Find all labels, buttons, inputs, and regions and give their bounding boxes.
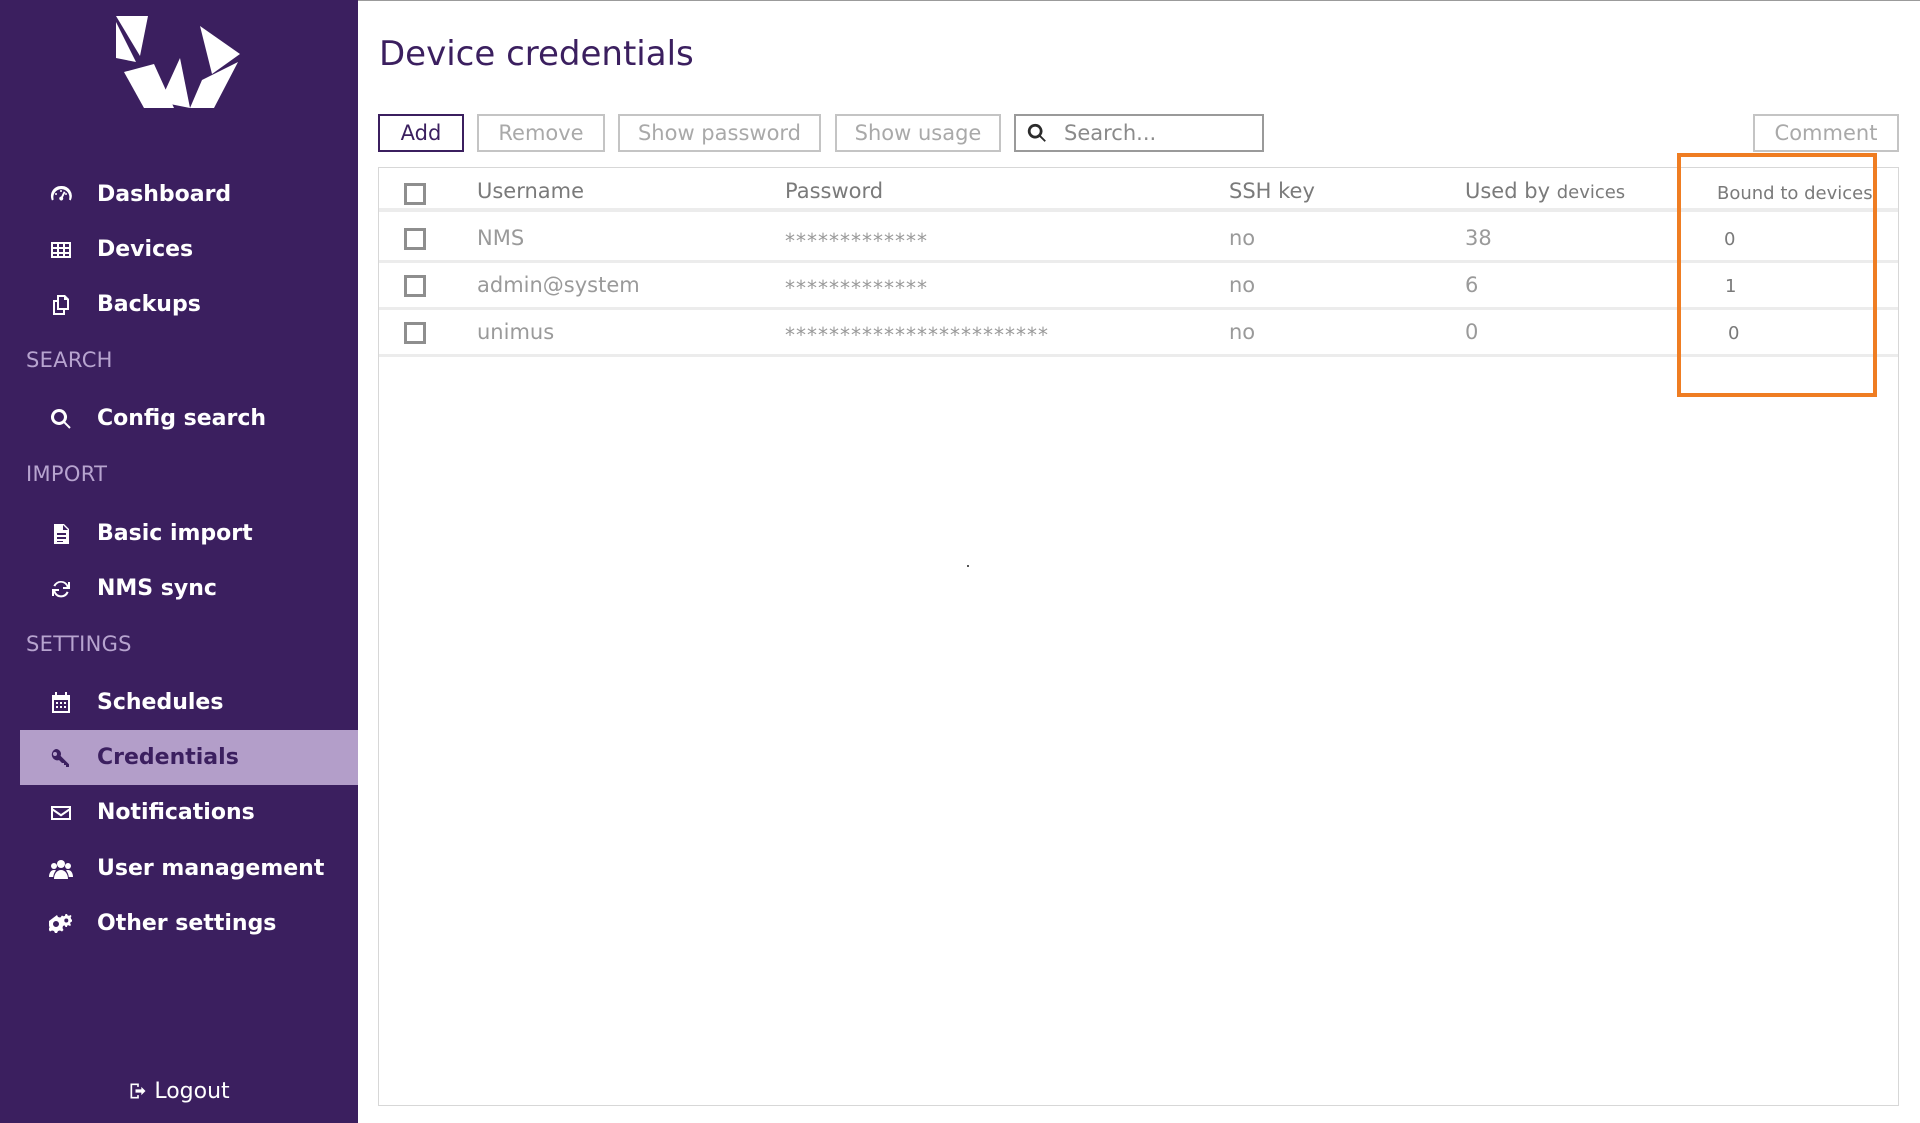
stray-dot <box>967 565 969 567</box>
row-checkbox[interactable] <box>404 228 426 250</box>
cell-ssh-key: no <box>1229 320 1256 344</box>
remove-button[interactable]: Remove <box>477 114 605 152</box>
cell-password: ************************ <box>785 323 1049 347</box>
sidebar-item-credentials[interactable]: Credentials <box>20 730 358 785</box>
cell-password: ************* <box>785 229 928 253</box>
cell-username: NMS <box>477 226 525 250</box>
row-checkbox[interactable] <box>404 322 426 344</box>
table-row[interactable]: admin@system ************* no 6 1 <box>379 263 1898 310</box>
sidebar-item-label: User management <box>97 856 325 881</box>
sidebar-item-nms-sync[interactable]: NMS sync <box>20 561 358 616</box>
cell-username: unimus <box>477 320 555 344</box>
table-header: Username Password SSH key Used by device… <box>379 168 1898 212</box>
column-header-password[interactable]: Password <box>785 179 883 203</box>
sidebar: Dashboard Devices Backups SEARCH Config … <box>0 0 358 1123</box>
table-row[interactable]: unimus ************************ no 0 0 <box>379 310 1898 357</box>
column-header-bound-to-devices[interactable]: Bound to devices <box>1717 183 1873 204</box>
sidebar-item-label: Basic import <box>97 521 253 546</box>
sidebar-item-other-settings[interactable]: Other settings <box>20 896 358 951</box>
backups-icon <box>48 292 74 318</box>
column-header-used-by-suffix: devices <box>1556 182 1626 203</box>
show-password-button[interactable]: Show password <box>618 114 821 152</box>
sidebar-item-label: Other settings <box>97 911 277 936</box>
gears-icon <box>48 911 74 937</box>
sidebar-item-label: Backups <box>97 292 201 317</box>
file-icon <box>48 521 74 547</box>
devices-icon <box>48 237 74 263</box>
sidebar-item-basic-import[interactable]: Basic import <box>20 506 358 561</box>
search-icon <box>1027 123 1046 142</box>
search-icon <box>48 406 74 432</box>
search-box <box>1014 114 1264 152</box>
add-button[interactable]: Add <box>378 114 464 152</box>
refresh-icon <box>48 576 74 602</box>
credentials-table: Username Password SSH key Used by device… <box>378 167 1899 1106</box>
section-label-settings: SETTINGS <box>26 632 132 656</box>
top-border <box>358 0 1920 1</box>
key-icon <box>48 745 74 771</box>
cell-password: ************* <box>785 276 928 300</box>
section-label-import: IMPORT <box>26 462 108 486</box>
envelope-icon <box>48 800 74 826</box>
logout-label: Logout <box>154 1078 230 1104</box>
search-input[interactable] <box>1064 121 1254 145</box>
column-header-used-by-label: Used by <box>1465 179 1550 203</box>
cell-used-by: 0 <box>1465 320 1479 344</box>
cell-ssh-key: no <box>1229 273 1256 297</box>
table-row[interactable]: NMS ************* no 38 0 <box>379 216 1898 263</box>
cell-used-by: 38 <box>1465 226 1492 250</box>
cell-username: admin@system <box>477 273 640 297</box>
sidebar-item-user-management[interactable]: User management <box>20 841 358 896</box>
logout-button[interactable]: Logout <box>0 1073 358 1109</box>
sidebar-item-config-search[interactable]: Config search <box>20 391 358 446</box>
sidebar-item-label: Notifications <box>97 800 255 825</box>
cell-ssh-key: no <box>1229 226 1256 250</box>
cell-bound-to: 1 <box>1725 276 1737 297</box>
dashboard-icon <box>48 182 74 208</box>
unimus-logo[interactable] <box>110 14 246 110</box>
select-all-checkbox[interactable] <box>404 183 426 205</box>
cell-bound-to: 0 <box>1728 323 1740 344</box>
sidebar-item-label: Devices <box>97 237 194 262</box>
sidebar-item-schedules[interactable]: Schedules <box>20 675 358 730</box>
comment-button[interactable]: Comment <box>1753 114 1899 152</box>
cell-used-by: 6 <box>1465 273 1479 297</box>
logout-icon <box>130 1083 146 1099</box>
sidebar-item-label: Dashboard <box>97 182 232 207</box>
column-header-ssh-key[interactable]: SSH key <box>1229 179 1315 203</box>
row-checkbox[interactable] <box>404 275 426 297</box>
cell-bound-to: 0 <box>1724 229 1736 250</box>
sidebar-item-dashboard[interactable]: Dashboard <box>20 167 358 222</box>
sidebar-item-label: Schedules <box>97 690 224 715</box>
page-title: Device credentials <box>379 34 694 74</box>
users-icon <box>48 856 74 882</box>
sidebar-item-label: Config search <box>97 406 267 431</box>
calendar-icon <box>48 690 74 716</box>
sidebar-item-label: NMS sync <box>97 576 217 601</box>
sidebar-item-devices[interactable]: Devices <box>20 222 358 277</box>
sidebar-item-notifications[interactable]: Notifications <box>20 785 358 840</box>
column-header-used-by[interactable]: Used by devices <box>1465 179 1625 203</box>
section-label-search: SEARCH <box>26 348 113 372</box>
show-usage-button[interactable]: Show usage <box>835 114 1001 152</box>
sidebar-item-backups[interactable]: Backups <box>20 277 358 332</box>
app-root: Dashboard Devices Backups SEARCH Config … <box>0 0 1920 1123</box>
sidebar-item-label: Credentials <box>97 745 239 770</box>
column-header-username[interactable]: Username <box>477 179 584 203</box>
